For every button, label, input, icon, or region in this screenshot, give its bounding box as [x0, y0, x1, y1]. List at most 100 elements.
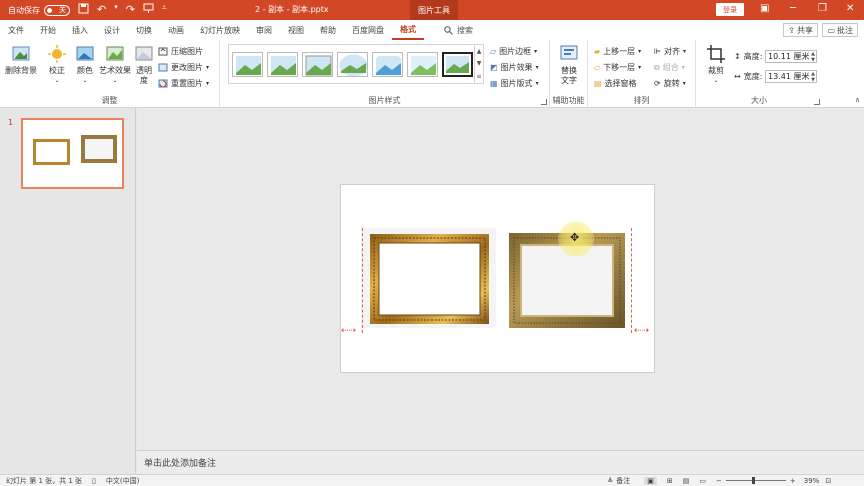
- ribbon-display-options-icon[interactable]: ▣: [760, 3, 769, 14]
- undo-dropdown-icon[interactable]: ▾: [114, 3, 118, 17]
- gold-frame-picture[interactable]: [370, 234, 489, 324]
- undo-icon[interactable]: ↶: [97, 3, 106, 17]
- height-label-row: ↕ 高度:: [734, 52, 763, 61]
- width-icon: ↔: [734, 72, 741, 81]
- zoom-slider[interactable]: [725, 477, 786, 484]
- picture-style-6[interactable]: [407, 51, 438, 77]
- autosave[interactable]: 自动保存 关: [8, 4, 70, 16]
- tab-animations[interactable]: 动画: [160, 20, 192, 40]
- zoom-in-icon[interactable]: +: [790, 477, 796, 485]
- picture-style-7[interactable]: [442, 51, 473, 77]
- picture-layout-button[interactable]: ▦ 图片版式 ▾: [490, 77, 539, 90]
- alt-text-button[interactable]: 替换 文字: [556, 44, 582, 86]
- tab-baidu-netdisk[interactable]: 百度网盘: [344, 20, 392, 40]
- width-input[interactable]: 13.41 厘米 ▲ ▼: [765, 70, 817, 83]
- color-button[interactable]: 颜色 ⌄: [72, 44, 98, 86]
- remove-background-button[interactable]: 删除背景: [4, 44, 38, 76]
- picture-style-2[interactable]: [267, 51, 298, 77]
- tab-file[interactable]: 文件: [0, 20, 32, 40]
- search-box[interactable]: 搜索: [444, 25, 473, 36]
- reset-picture-button[interactable]: 重置图片 ▾: [158, 77, 209, 90]
- gallery-up-icon[interactable]: ▲: [477, 48, 482, 55]
- bring-forward-button[interactable]: ▰ 上移一层 ▾: [594, 45, 641, 58]
- tab-design[interactable]: 设计: [96, 20, 128, 40]
- crop-button[interactable]: 裁剪 ⌄: [704, 44, 728, 86]
- change-picture-button[interactable]: 更改图片 ▾: [158, 61, 209, 74]
- slide-number: 1: [8, 118, 14, 127]
- bring-forward-icon: ▰: [594, 47, 601, 56]
- tab-slideshow[interactable]: 幻灯片放映: [192, 20, 248, 40]
- reading-view-icon[interactable]: ▤: [683, 477, 690, 485]
- fit-to-window-icon[interactable]: ⊡: [825, 477, 831, 485]
- tab-help[interactable]: 帮助: [312, 20, 344, 40]
- group-size-label: 大小: [751, 96, 767, 105]
- spinner-arrows-icon[interactable]: ▲ ▼: [811, 51, 815, 63]
- notes-toggle-icon[interactable]: ≜: [607, 477, 613, 485]
- picture-style-5[interactable]: [372, 51, 403, 77]
- slideshow-view-icon[interactable]: ▭: [699, 477, 706, 485]
- customize-qat-icon[interactable]: ⩡: [162, 3, 167, 17]
- corrections-button[interactable]: 校正 ⌄: [44, 44, 70, 86]
- restore-icon[interactable]: ❐: [818, 3, 827, 14]
- share-label: 共享: [797, 25, 813, 35]
- zoom-out-icon[interactable]: −: [716, 477, 722, 485]
- picture-style-1[interactable]: [232, 51, 263, 77]
- autosave-toggle[interactable]: 关: [44, 4, 70, 16]
- compress-pictures-button[interactable]: 压缩图片: [158, 45, 203, 58]
- tab-transitions[interactable]: 切换: [128, 20, 160, 40]
- picture-style-3[interactable]: [302, 51, 333, 77]
- language-indicator[interactable]: 中文(中国): [106, 476, 139, 486]
- zoom-slider-thumb[interactable]: [751, 477, 755, 484]
- notes-pane[interactable]: 单击此处添加备注: [137, 450, 864, 474]
- picture-layout-icon: ▦: [490, 79, 498, 88]
- dialog-launcher-icon[interactable]: [541, 99, 547, 105]
- spinner-arrows-icon[interactable]: ▲ ▼: [811, 71, 815, 83]
- gallery-scroll[interactable]: ▲ ▼ ≡: [474, 45, 483, 83]
- minimize-icon[interactable]: ─: [790, 3, 796, 14]
- spacing-arrow-right-icon: ⇠⇢: [634, 326, 650, 336]
- tab-insert[interactable]: 插入: [64, 20, 96, 40]
- share-button[interactable]: ⇪ 共享: [783, 23, 818, 37]
- gallery-down-icon[interactable]: ▼: [477, 60, 482, 67]
- presentation-icon[interactable]: [143, 3, 154, 17]
- spellcheck-icon[interactable]: ▯: [92, 477, 96, 485]
- autosave-label: 自动保存: [8, 5, 40, 15]
- collapse-ribbon-icon[interactable]: ∧: [855, 96, 860, 104]
- group-objects-button[interactable]: ⧉ 组合 ▾: [654, 61, 685, 74]
- compress-icon: [158, 47, 168, 56]
- tab-view[interactable]: 视图: [280, 20, 312, 40]
- comment-button[interactable]: ▭ 批注: [822, 23, 858, 37]
- send-backward-button[interactable]: ▱ 下移一层 ▾: [594, 61, 641, 74]
- transparency-button[interactable]: 透明 度: [134, 44, 154, 86]
- ribbon: 删除背景 校正 ⌄ 颜色 ⌄ 艺术效果 ⌄ 透明 度 压缩图片 更改图片 ▾ 重…: [0, 40, 864, 108]
- login-button[interactable]: 登录: [716, 3, 744, 16]
- redo-icon[interactable]: ↷: [126, 3, 135, 17]
- artistic-effects-button[interactable]: 艺术效果 ⌄: [98, 44, 132, 86]
- slide-sorter-icon[interactable]: ⊞: [667, 477, 673, 485]
- close-icon[interactable]: ✕: [846, 3, 854, 14]
- save-icon[interactable]: [78, 3, 89, 17]
- dialog-launcher-icon[interactable]: [814, 99, 820, 105]
- align-button[interactable]: ⊫ 对齐 ▾: [654, 45, 686, 58]
- slide-canvas[interactable]: ✥: [340, 184, 655, 373]
- gallery-more-icon[interactable]: ≡: [476, 73, 481, 80]
- picture-effects-button[interactable]: ◩ 图片效果 ▾: [490, 61, 539, 74]
- tab-review[interactable]: 审阅: [248, 20, 280, 40]
- notes-toggle[interactable]: 备注: [616, 476, 630, 486]
- group-arrange: ▰ 上移一层 ▾ ▱ 下移一层 ▾ ▤ 选择窗格 ⊫ 对齐 ▾ ⧉ 组合 ▾ ⟳…: [588, 40, 696, 108]
- zoom-level[interactable]: 39%: [804, 477, 820, 485]
- height-input[interactable]: 10.11 厘米 ▲ ▼: [765, 50, 817, 63]
- chevron-down-icon: ▾: [535, 80, 539, 87]
- tab-home[interactable]: 开始: [32, 20, 64, 40]
- quick-access-toolbar: ↶ ▾ ↷ ⩡: [78, 3, 166, 17]
- group-arrange-label: 排列: [633, 96, 650, 105]
- selection-pane-icon: ▤: [594, 79, 602, 88]
- selection-pane-button[interactable]: ▤ 选择窗格: [594, 77, 637, 90]
- rotate-button[interactable]: ⟳ 旋转 ▾: [654, 77, 686, 90]
- picture-border-button[interactable]: ▱ 图片边框 ▾: [490, 45, 537, 58]
- picture-style-4[interactable]: [337, 51, 368, 77]
- normal-view-icon[interactable]: ▣: [644, 476, 657, 485]
- tab-format[interactable]: 格式: [392, 20, 424, 40]
- status-bar: 幻灯片 第 1 张，共 1 张 ▯ 中文(中国) ≜ 备注 ▣ ⊞ ▤ ▭ − …: [0, 474, 864, 486]
- slide-thumbnail-1[interactable]: [21, 118, 124, 189]
